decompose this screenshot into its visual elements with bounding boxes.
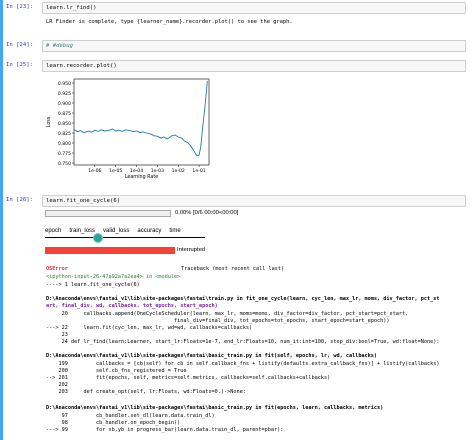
lr-finder-chart: 0.950 0.925 0.900 0.875 0.850 0.825 0.800 0.775… [46,78,210,180]
x-tick-label: 1e-02 [172,168,185,174]
traceback-file2: D:\Anaconda\envs\fastai_v1\lib\site-pack… [46,353,378,359]
y-tick-label: 0.925 [58,91,71,97]
code-25: learn.recorder.plot() [46,63,117,69]
progress-label: 0.00% [0/6 00:00<00:00] [175,210,239,216]
epoch-progress-bar [45,210,171,217]
col-valid-loss: valid_loss [103,228,130,234]
cell-selection-strip [0,0,3,440]
y-tick-label: 0.775 [58,151,71,157]
tb3-line3: ---> 99 for xb,yb in progress_bar(learn.… [46,427,284,433]
tb1-line3: ---> 22 learn.fit(cyc_len, max_lr, wd=wd… [46,325,253,331]
code-23: learn.lr_find() [46,5,97,11]
metrics-table-rule [45,237,205,238]
y-tick-label: 0.950 [58,81,71,87]
interrupted-bar [45,247,175,254]
error-name: OSError [46,266,68,272]
y-tick-label: 0.875 [58,111,71,117]
code-cell-23[interactable]: learn.lr_find() [42,2,466,14]
code-24: # #debug [46,43,73,49]
y-tick-label: 0.800 [58,141,71,147]
x-axis-label: Learning Rate [125,174,158,180]
y-tick-label: 0.825 [58,131,71,137]
col-train-loss: train_loss [69,228,96,234]
y-axis-label: Loss [46,116,52,127]
traceback-ipython-line: <ipython-input-26-47a92a7a2ea4> in <modu… [46,274,181,280]
x-tick-label: 1e-05 [109,168,122,174]
code-cell-26[interactable]: learn.fit_one_cycle(6) [42,195,466,207]
prompt-24: In [24]: [6,42,33,48]
plot-area [73,78,210,166]
traceback-file3: D:\Anaconda\envs\fastai_v1\lib\site-pack… [46,405,384,411]
x-tick-label: 1e-03 [151,168,164,174]
status-label: Interrupted [177,247,206,253]
traceback-header: OSError Traceback (most recent call last) [46,266,470,273]
x-tick-label: 1e-06 [88,168,101,174]
metrics-table-header: epoch train_loss valid_loss accuracy time [45,228,189,234]
col-epoch: epoch [45,228,62,234]
code-cell-25[interactable]: learn.recorder.plot() [42,60,466,72]
col-time: time [169,228,181,234]
tb2-line5: 203 def create_opt(self, lr:Floats, wd:F… [46,389,246,395]
traceback-title: Traceback (most recent call last) [181,266,285,272]
code-26: learn.fit_one_cycle(6) [46,198,121,204]
output-23: LR Finder is complete, type {learner_nam… [46,19,293,25]
prompt-23: In [23]: [6,4,33,10]
prompt-26: In [26]: [6,197,33,203]
y-tick-label: 0.850 [58,121,71,127]
traceback-file1-cont: art, final_div, wd, callbacks, tot_epoch… [46,303,218,309]
tb1-line5: 24 def lr_find(learn:Learner, start_lr:F… [46,339,440,345]
x-tick-label: 1e-04 [130,168,143,174]
code-cell-24[interactable]: # #debug [42,40,466,52]
col-accuracy: accuracy [137,228,162,234]
mouse-cursor-icon [93,233,103,243]
x-tick-label: 1e-01 [192,168,205,174]
prompt-25: In [25]: [6,62,33,68]
traceback-arrow-line: ----> 1 learn.fit_one_cycle(6) [46,282,140,288]
y-tick-label: 0.750 [58,161,71,167]
y-tick-label: 0.900 [58,101,71,107]
tb2-line3: --> 201 fit(epochs, self, metrics=self.m… [46,375,331,381]
